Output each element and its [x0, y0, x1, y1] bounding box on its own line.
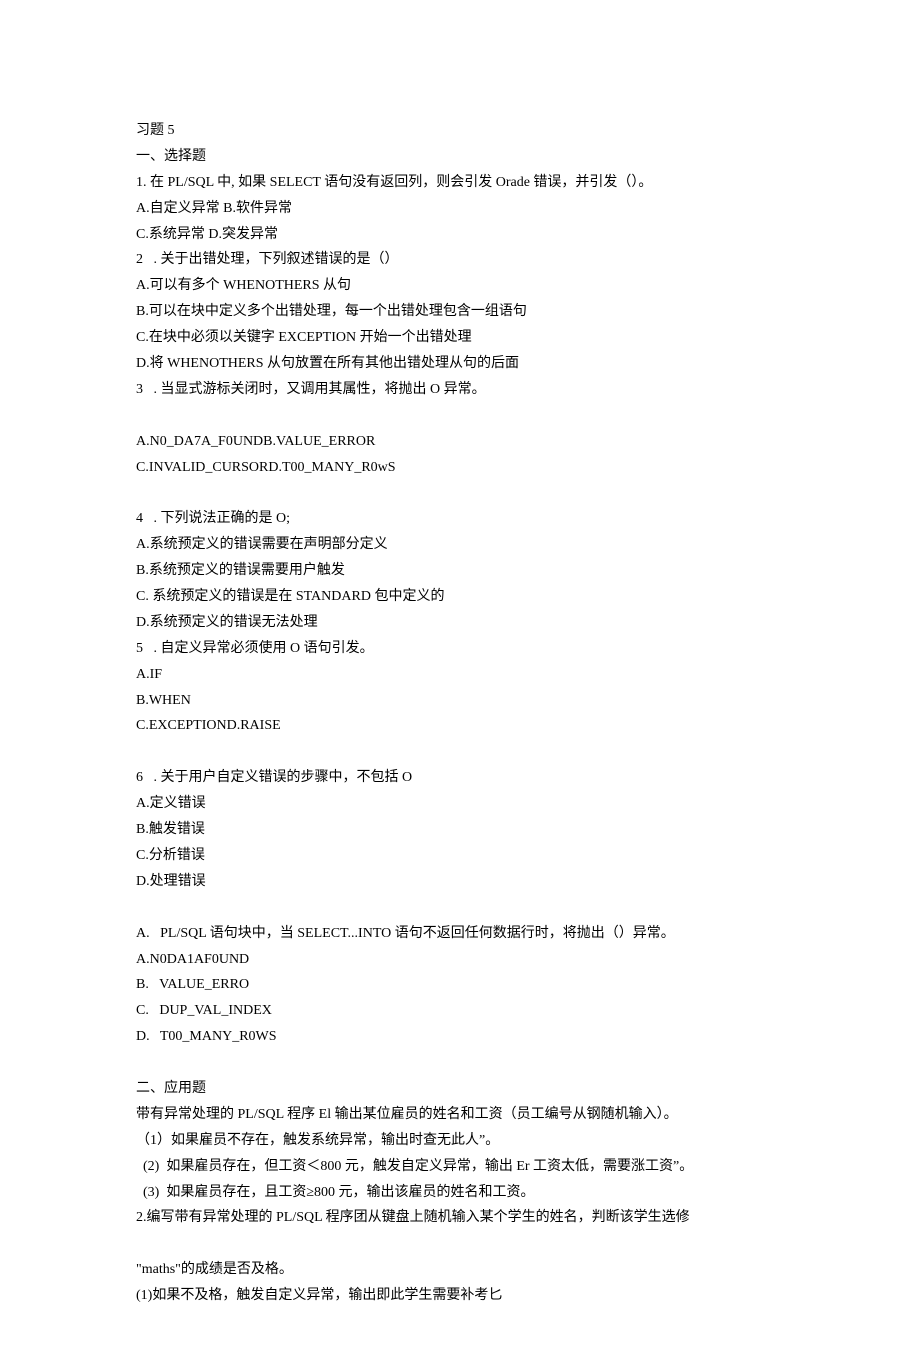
option-text: B.触发错误	[136, 817, 784, 843]
option-text: A.定义错误	[136, 791, 784, 817]
question-text: 3 . 当显式游标关闭时，又调用其属性，将抛出 O 异常。	[136, 377, 784, 403]
body-text: （1）如果雇员不存在，触发系统异常，输出时查无此人”。	[136, 1128, 784, 1154]
option-text: C. DUP_VAL_INDEX	[136, 998, 784, 1024]
body-text: (3) 如果雇员存在，且工资≥800 元，输出该雇员的姓名和工资。	[136, 1180, 784, 1206]
option-text: C.INVALID_CURSORD.T00_MANY_R0wS	[136, 455, 784, 481]
option-text: D.将 WHENOTHERS 从句放置在所有其他出错处理从句的后面	[136, 351, 784, 377]
option-text: A.IF	[136, 662, 784, 688]
option-text: B.可以在块中定义多个出错处理，每一个出错处理包含一组语句	[136, 299, 784, 325]
option-text: C.系统异常 D.突发异常	[136, 222, 784, 248]
question-text: 6 . 关于用户自定义错误的步骤中，不包括 O	[136, 765, 784, 791]
option-text: C.分析错误	[136, 843, 784, 869]
option-text: D.系统预定义的错误无法处理	[136, 610, 784, 636]
body-text: 2.编写带有异常处理的 PL/SQL 程序团从键盘上随机输入某个学生的姓名，判断…	[136, 1205, 784, 1231]
option-text: D. T00_MANY_R0WS	[136, 1024, 784, 1050]
option-text: C.EXCEPTIOND.RAISE	[136, 713, 784, 739]
option-text: A.系统预定义的错误需要在声明部分定义	[136, 532, 784, 558]
question-text: 4 . 下列说法正确的是 O;	[136, 506, 784, 532]
document-page: 习题 5 一、选择题 1. 在 PL/SQL 中, 如果 SELECT 语句没有…	[0, 0, 920, 1369]
body-text: (1)如果不及格，触发自定义异常，输出即此学生需要补考匕	[136, 1283, 784, 1309]
blank-line	[136, 1231, 784, 1257]
option-text: D.处理错误	[136, 869, 784, 895]
option-text: B.系统预定义的错误需要用户触发	[136, 558, 784, 584]
option-text: A.N0DA1AF0UND	[136, 947, 784, 973]
section-heading: 一、选择题	[136, 144, 784, 170]
blank-line	[136, 480, 784, 506]
body-text: 带有异常处理的 PL/SQL 程序 El 输出某位雇员的姓名和工资（员工编号从钢…	[136, 1102, 784, 1128]
question-text: A. PL/SQL 语句块中，当 SELECT...INTO 语句不返回任何数据…	[136, 921, 784, 947]
option-text: A.自定义异常 B.软件异常	[136, 196, 784, 222]
blank-line	[136, 739, 784, 765]
body-text: "maths"的成绩是否及格。	[136, 1257, 784, 1283]
blank-line	[136, 895, 784, 921]
option-text: A.N0_DA7A_F0UNDB.VALUE_ERROR	[136, 429, 784, 455]
question-text: 1. 在 PL/SQL 中, 如果 SELECT 语句没有返回列，则会引发 Or…	[136, 170, 784, 196]
section-heading: 二、应用题	[136, 1076, 784, 1102]
option-text: C.在块中必须以关键字 EXCEPTION 开始一个出错处理	[136, 325, 784, 351]
blank-line	[136, 403, 784, 429]
question-text: 2 . 关于出错处理，下列叙述错误的是（）	[136, 247, 784, 273]
option-text: B.WHEN	[136, 688, 784, 714]
option-text: B. VALUE_ERRO	[136, 972, 784, 998]
option-text: C. 系统预定义的错误是在 STANDARD 包中定义的	[136, 584, 784, 610]
body-text: (2) 如果雇员存在，但工资＜800 元，触发自定义异常，输出 Er 工资太低，…	[136, 1154, 784, 1180]
blank-line	[136, 1050, 784, 1076]
option-text: A.可以有多个 WHENOTHERS 从句	[136, 273, 784, 299]
text-line: 习题 5	[136, 118, 784, 144]
question-text: 5 . 自定义异常必须使用 O 语句引发。	[136, 636, 784, 662]
